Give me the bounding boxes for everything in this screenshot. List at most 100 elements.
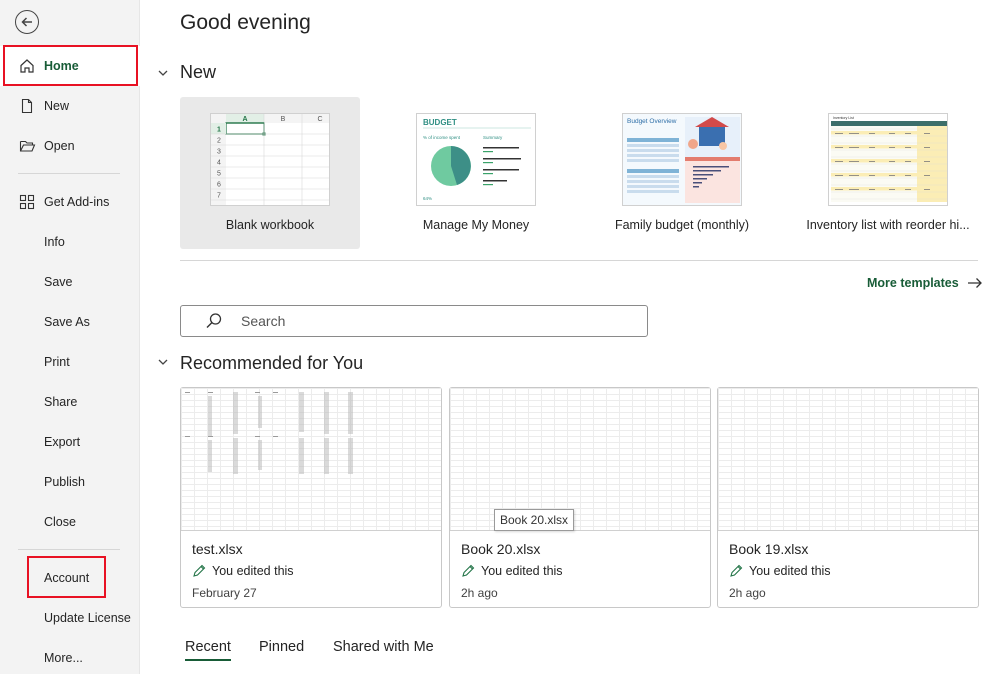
sidebar-item-update-license[interactable]: Update License xyxy=(0,598,140,638)
thumb-text: % of income spent xyxy=(423,135,461,140)
sidebar-item-label: Print xyxy=(44,355,70,369)
back-arrow-icon[interactable] xyxy=(15,10,39,34)
sidebar-item-close[interactable]: Close xyxy=(0,502,140,542)
edit-status-text: You edited this xyxy=(749,564,831,578)
template-blank-workbook[interactable]: A B C 1 2 3 4 5 6 7 Blank workbook xyxy=(180,97,360,249)
sidebar-item-print[interactable]: Print xyxy=(0,342,140,382)
edit-status: You edited this xyxy=(192,564,294,578)
more-templates-label: More templates xyxy=(867,276,959,290)
grid-row-label: 1 xyxy=(217,127,221,134)
grid-row-label: 5 xyxy=(217,171,221,178)
sidebar-item-get-add-ins[interactable]: Get Add-ins xyxy=(0,182,140,222)
sidebar-item-info[interactable]: Info xyxy=(0,222,140,262)
sidebar-item-label: Update License xyxy=(44,611,131,625)
file-name: Book 19.xlsx xyxy=(729,541,809,557)
recent-file-card[interactable]: Book 19.xlsx You edited this 2h ago xyxy=(717,387,979,608)
grid-col-label: A xyxy=(242,116,247,123)
sidebar-item-more[interactable]: More... xyxy=(0,638,140,674)
thumb-text: Summary xyxy=(483,135,503,140)
grid-col-label: B xyxy=(281,116,286,123)
chevron-down-icon[interactable] xyxy=(157,67,169,79)
sidebar-item-share[interactable]: Share xyxy=(0,382,140,422)
template-family-budget[interactable]: Budget Overview Family budget (monthly) xyxy=(592,97,772,249)
sidebar-item-save-as[interactable]: Save As xyxy=(0,302,140,342)
recent-file-card[interactable]: Book 20.xlsx You edited this 2h ago xyxy=(449,387,711,608)
greeting-title: Good evening xyxy=(180,11,311,34)
sidebar-item-save[interactable]: Save xyxy=(0,262,140,302)
sidebar-item-new[interactable]: New xyxy=(0,86,140,126)
arrow-right-icon xyxy=(967,278,982,288)
thumb-title: BUDGET xyxy=(423,118,457,127)
add-ins-grid-icon xyxy=(17,192,37,212)
search-box[interactable] xyxy=(180,305,648,337)
grid-row-label: 2 xyxy=(217,138,221,145)
chevron-down-icon[interactable] xyxy=(157,356,169,368)
sidebar-item-label: New xyxy=(44,99,70,113)
family-budget-thumbnail: Budget Overview xyxy=(622,113,742,206)
thumb-text: 64% xyxy=(423,196,432,201)
modified-date: 2h ago xyxy=(729,586,766,600)
thumb-title: Inventory List xyxy=(833,116,854,120)
manage-my-money-thumbnail: BUDGET % of income spent Summary 64% xyxy=(416,113,536,206)
sidebar-divider xyxy=(18,549,120,550)
sidebar-item-label: Export xyxy=(44,435,81,449)
sidebar-item-export[interactable]: Export xyxy=(0,422,140,462)
sidebar-item-label: Close xyxy=(44,515,76,529)
grid-row-label: 4 xyxy=(217,160,221,167)
grid-row-label: 6 xyxy=(217,182,221,189)
folder-open-icon xyxy=(17,136,37,156)
modified-date: February 27 xyxy=(192,586,257,600)
template-name: Blank workbook xyxy=(225,218,315,232)
sidebar-item-label: Save xyxy=(44,275,73,289)
backstage-sidebar: Home New Open Get Add-ins Info Save Save… xyxy=(0,0,140,674)
new-section-title: New xyxy=(180,62,217,82)
home-pane: Good evening New A B C 1 2 3 4 5 6 7 Bla… xyxy=(141,0,984,674)
template-manage-my-money[interactable]: BUDGET % of income spent Summary 64% Man… xyxy=(386,97,566,249)
file-tooltip: Book 20.xlsx xyxy=(494,509,575,531)
tab-recent[interactable]: Recent xyxy=(185,639,231,661)
inventory-list-thumbnail: Inventory List xyxy=(828,113,948,206)
sidebar-item-label: Account xyxy=(44,571,90,585)
sidebar-item-label: Open xyxy=(44,139,75,153)
file-preview xyxy=(718,388,978,531)
new-file-icon xyxy=(17,96,37,116)
template-name: Manage My Money xyxy=(422,218,530,232)
section-divider xyxy=(180,260,978,261)
edit-status: You edited this xyxy=(729,564,831,578)
sidebar-item-label: Save As xyxy=(44,315,90,329)
recommended-section-title: Recommended for You xyxy=(180,353,364,373)
sidebar-item-open[interactable]: Open xyxy=(0,126,140,166)
grid-col-label: C xyxy=(317,116,322,123)
sidebar-item-label: Share xyxy=(44,395,78,409)
modified-date: 2h ago xyxy=(461,586,498,600)
tab-pinned[interactable]: Pinned xyxy=(259,639,304,655)
sidebar-divider xyxy=(18,173,120,174)
pencil-icon xyxy=(193,564,206,577)
sidebar-item-home[interactable]: Home xyxy=(0,46,140,86)
file-preview xyxy=(450,388,710,531)
edit-status: You edited this xyxy=(461,564,563,578)
sidebar-item-label: More... xyxy=(44,651,83,665)
pencil-icon xyxy=(462,564,475,577)
recent-file-card[interactable]: test.xlsx You edited this February 27 xyxy=(180,387,442,608)
pencil-icon xyxy=(730,564,743,577)
template-inventory-list[interactable]: Inventory List Inventory list with reord… xyxy=(798,97,978,249)
grid-row-label: 7 xyxy=(217,193,221,200)
file-preview xyxy=(181,388,441,531)
sidebar-item-publish[interactable]: Publish xyxy=(0,462,140,502)
thumb-title: Budget Overview xyxy=(627,118,677,125)
search-icon xyxy=(206,313,222,328)
edit-status-text: You edited this xyxy=(481,564,563,578)
more-templates-link[interactable]: More templates xyxy=(867,276,983,290)
sidebar-item-label: Get Add-ins xyxy=(44,195,110,209)
edit-status-text: You edited this xyxy=(212,564,294,578)
sidebar-item-label: Home xyxy=(44,59,79,73)
blank-workbook-thumbnail: A B C 1 2 3 4 5 6 7 xyxy=(210,113,330,206)
tab-shared-with-me[interactable]: Shared with Me xyxy=(333,639,434,655)
sidebar-item-label: Info xyxy=(44,235,65,249)
sidebar-item-account[interactable]: Account xyxy=(0,558,140,598)
search-input[interactable] xyxy=(241,313,621,329)
file-name: Book 20.xlsx xyxy=(461,541,541,557)
template-name: Inventory list with reorder hi... xyxy=(806,218,970,232)
home-icon xyxy=(17,56,37,76)
